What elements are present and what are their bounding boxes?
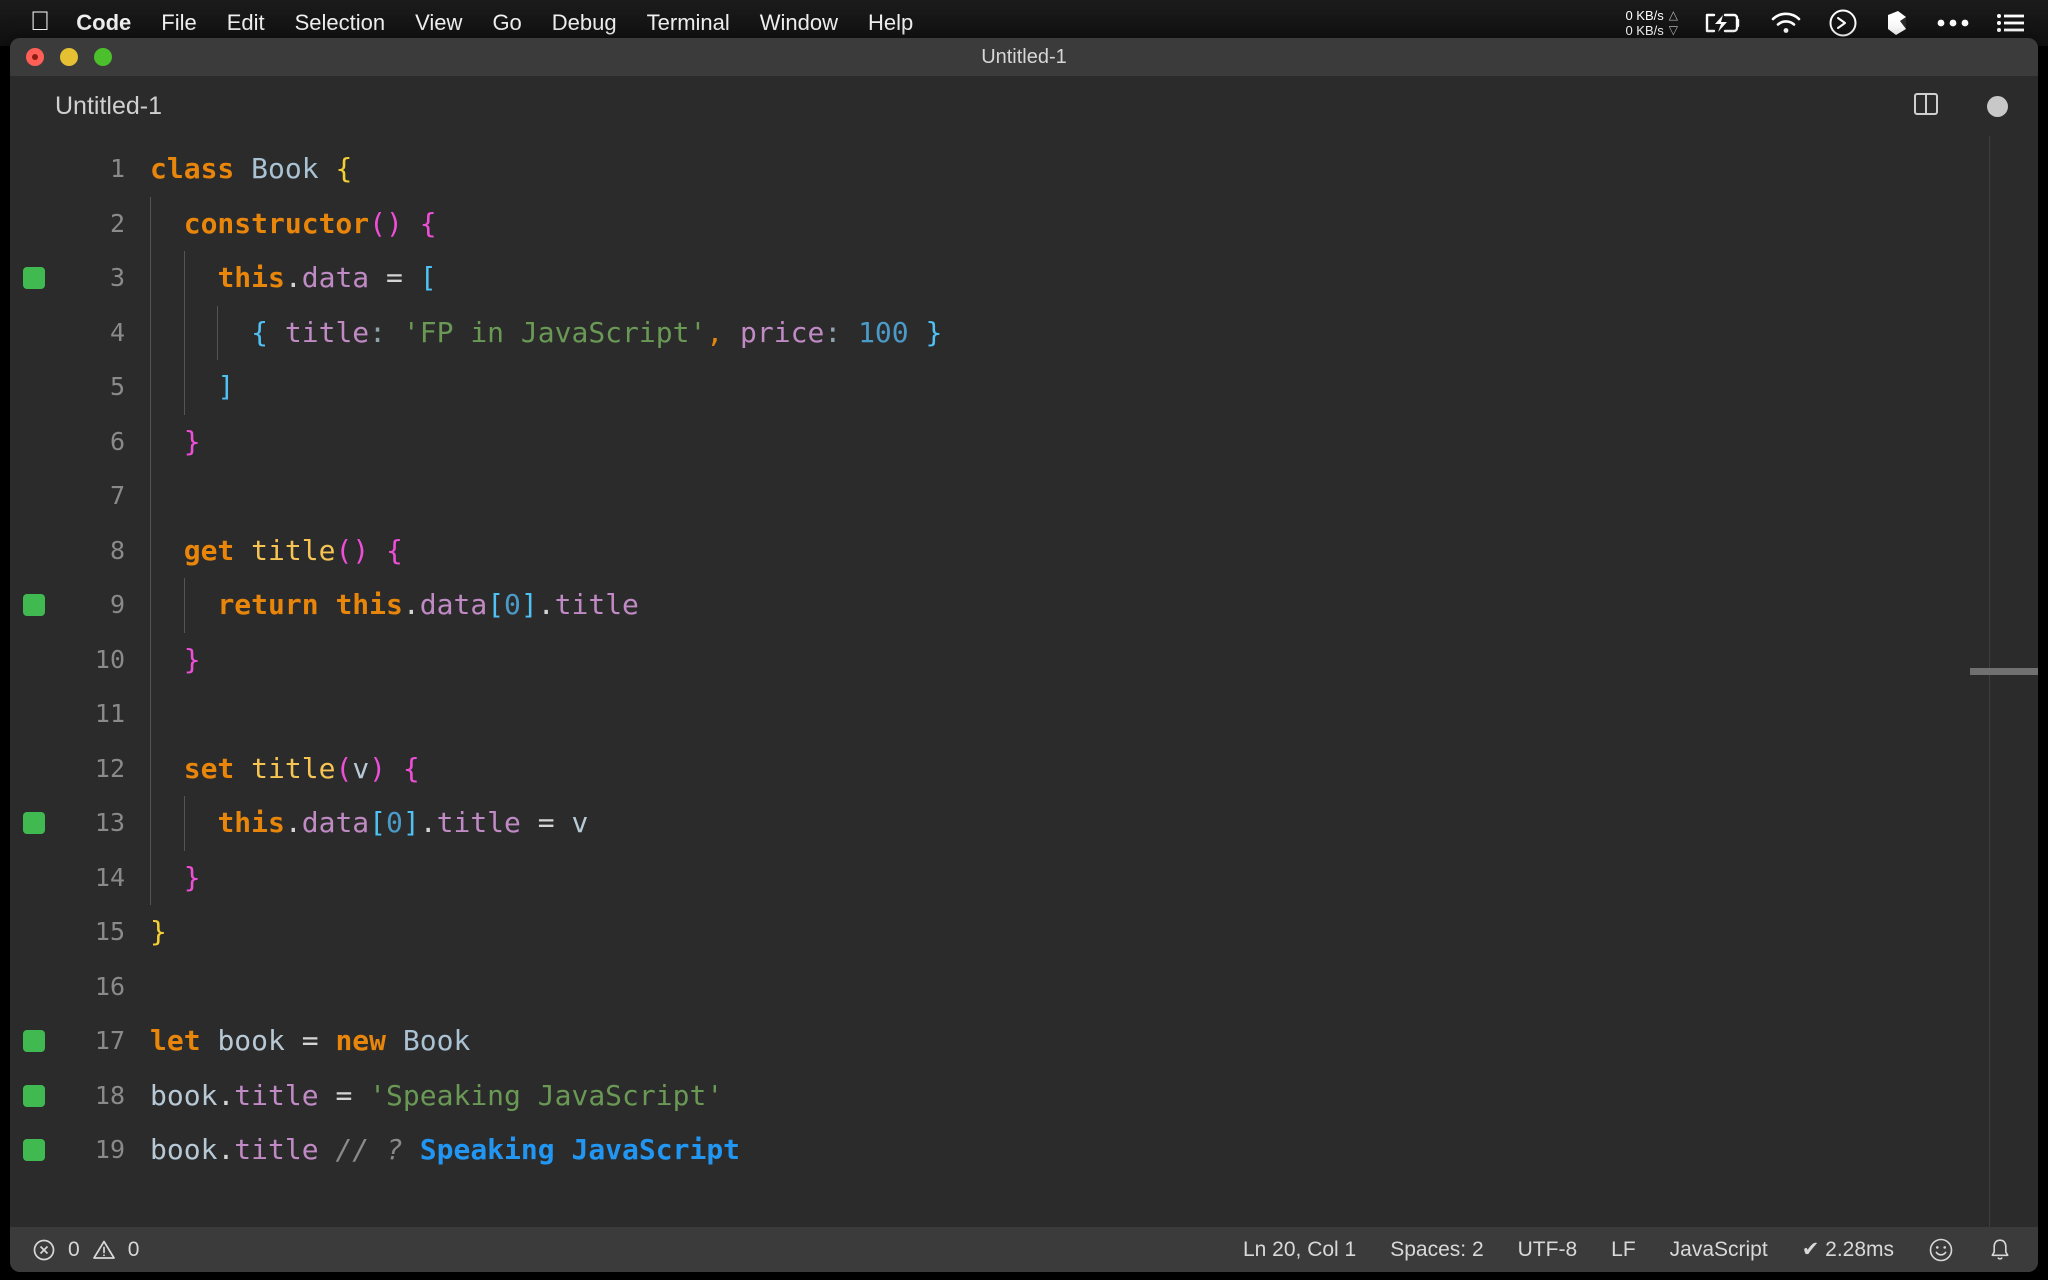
indentation-setting[interactable]: Spaces: 2: [1390, 1238, 1483, 1262]
ellipsis-icon[interactable]: [1936, 18, 1970, 28]
line-number: 10: [94, 644, 125, 674]
battery-charging-icon[interactable]: [1704, 11, 1744, 35]
code-line[interactable]: }: [150, 415, 2038, 470]
encoding-setting[interactable]: UTF-8: [1518, 1238, 1578, 1262]
code-editor[interactable]: 1 2 3 4 5 6 7 8 9 10 11 12 13 14 15 16 17 18 19 class Book…: [10, 136, 2038, 1227]
line-number: 4: [109, 317, 125, 347]
tab-untitled-1[interactable]: Untitled-1: [55, 92, 162, 121]
menu-item-file[interactable]: File: [161, 10, 196, 36]
unsaved-dot-icon[interactable]: [1987, 95, 2008, 117]
code-line[interactable]: [150, 960, 2038, 1015]
line-number-gutter: 1 2 3 4 5 6 7 8 9 10 11 12 13 14 15 16 17 18 19: [10, 136, 135, 1227]
maximize-button[interactable]: [94, 48, 112, 66]
control-center-list-icon[interactable]: [1996, 11, 2026, 35]
line-number: 11: [94, 699, 125, 728]
line-number: 6: [109, 426, 125, 456]
code-line[interactable]: set title(v) {: [150, 742, 2038, 797]
network-speed-indicator[interactable]: 0 KB/s 0 KB/s △ ▽: [1625, 8, 1678, 38]
line-number: 3: [109, 263, 125, 292]
window-title: Untitled-1: [981, 45, 1067, 68]
code-line[interactable]: get title() {: [150, 524, 2038, 579]
code-line[interactable]: }: [150, 633, 2038, 688]
indent-guide: [150, 196, 151, 905]
code-line[interactable]: this.data = [: [150, 251, 2038, 306]
code-line[interactable]: class Book {: [150, 142, 2038, 197]
traffic-lights: [26, 48, 112, 66]
code-line[interactable]: return this.data[0].title: [150, 578, 2038, 633]
upload-arrow-icon: △: [1668, 8, 1678, 22]
line-number: 17: [94, 1026, 125, 1055]
menu-item-go[interactable]: Go: [492, 10, 521, 36]
cursor-position[interactable]: Ln 20, Col 1: [1243, 1238, 1356, 1262]
smiley-icon[interactable]: [1928, 1237, 1954, 1263]
menu-item-debug[interactable]: Debug: [552, 10, 617, 36]
line-number: 15: [94, 917, 125, 946]
code-line[interactable]: }: [150, 905, 2038, 960]
wifi-icon[interactable]: [1770, 11, 1802, 35]
code-line[interactable]: { title: 'FP in JavaScript', price: 100 …: [150, 306, 2038, 361]
shell-prompt-icon[interactable]: [1828, 8, 1858, 38]
menu-item-edit[interactable]: Edit: [227, 10, 265, 36]
overview-ruler-border: [1989, 136, 1990, 1227]
line-number: 18: [94, 1080, 125, 1110]
line-number: 14: [94, 862, 125, 892]
indent-guide: [183, 796, 185, 851]
menu-item-help[interactable]: Help: [868, 10, 913, 36]
line-number: 13: [94, 808, 125, 837]
vertical-scrollbar-thumb[interactable]: [1970, 668, 2038, 675]
code-line[interactable]: this.data[0].title = v: [150, 796, 2038, 851]
warning-triangle-icon[interactable]: [92, 1238, 116, 1262]
line-number: 12: [94, 753, 125, 783]
download-arrow-icon: ▽: [1668, 23, 1678, 37]
line-number: 9: [109, 590, 125, 619]
menu-item-view[interactable]: View: [415, 10, 462, 36]
error-count[interactable]: 0: [68, 1238, 80, 1262]
menu-item-terminal[interactable]: Terminal: [647, 10, 730, 36]
close-button[interactable]: [26, 48, 44, 66]
indent-guide: [183, 578, 185, 633]
code-line[interactable]: constructor() {: [150, 197, 2038, 252]
line-number: 1: [109, 154, 125, 183]
code-line[interactable]: }: [150, 851, 2038, 906]
warning-count[interactable]: 0: [128, 1238, 140, 1262]
line-number: 7: [109, 481, 125, 510]
code-line[interactable]: let book = new Book: [150, 1014, 2038, 1069]
code-line[interactable]: [150, 687, 2038, 742]
line-number: 8: [109, 535, 125, 565]
bell-icon[interactable]: [1988, 1237, 2012, 1263]
code-line[interactable]: book.title = 'Speaking JavaScript': [150, 1069, 2038, 1124]
line-number: 5: [109, 372, 125, 401]
status-bar: 0 0 Ln 20, Col 1 Spaces: 2 UTF-8 LF Java…: [10, 1227, 2038, 1272]
eol-setting[interactable]: LF: [1611, 1238, 1636, 1262]
code-line[interactable]: ]: [150, 360, 2038, 415]
line-number: 16: [94, 971, 125, 1001]
indent-guide: [183, 251, 185, 415]
menu-item-code[interactable]: Code: [76, 10, 131, 36]
network-upload-speed: 0 KB/s: [1625, 8, 1664, 23]
network-download-speed: 0 KB/s: [1625, 23, 1664, 38]
vscode-window: Untitled-1 Untitled-1 1 2 3 4 5 6 7 8 9 10 11 12 13 1…: [10, 38, 2038, 1272]
line-number: 2: [109, 208, 125, 238]
code-content[interactable]: class Book { constructor() { this.data =…: [150, 136, 2038, 1227]
window-title-bar: Untitled-1: [10, 38, 2038, 76]
menu-item-selection[interactable]: Selection: [295, 10, 386, 36]
code-line[interactable]: [150, 469, 2038, 524]
minimize-button[interactable]: [60, 48, 78, 66]
quokka-run-time[interactable]: ✔ 2.28ms: [1802, 1237, 1894, 1262]
code-line[interactable]: book.title // ? Speaking JavaScript: [150, 1123, 2038, 1178]
line-number: 19: [94, 1135, 125, 1164]
editor-tab-bar: Untitled-1: [10, 76, 2038, 136]
apple-logo-icon[interactable]: : [30, 7, 50, 35]
split-editor-icon[interactable]: [1911, 89, 1941, 124]
indent-guide: [217, 305, 219, 360]
error-circle-icon[interactable]: [32, 1238, 56, 1262]
menu-item-window[interactable]: Window: [760, 10, 838, 36]
dropbox-icon[interactable]: [1884, 9, 1910, 37]
language-mode[interactable]: JavaScript: [1670, 1238, 1768, 1262]
